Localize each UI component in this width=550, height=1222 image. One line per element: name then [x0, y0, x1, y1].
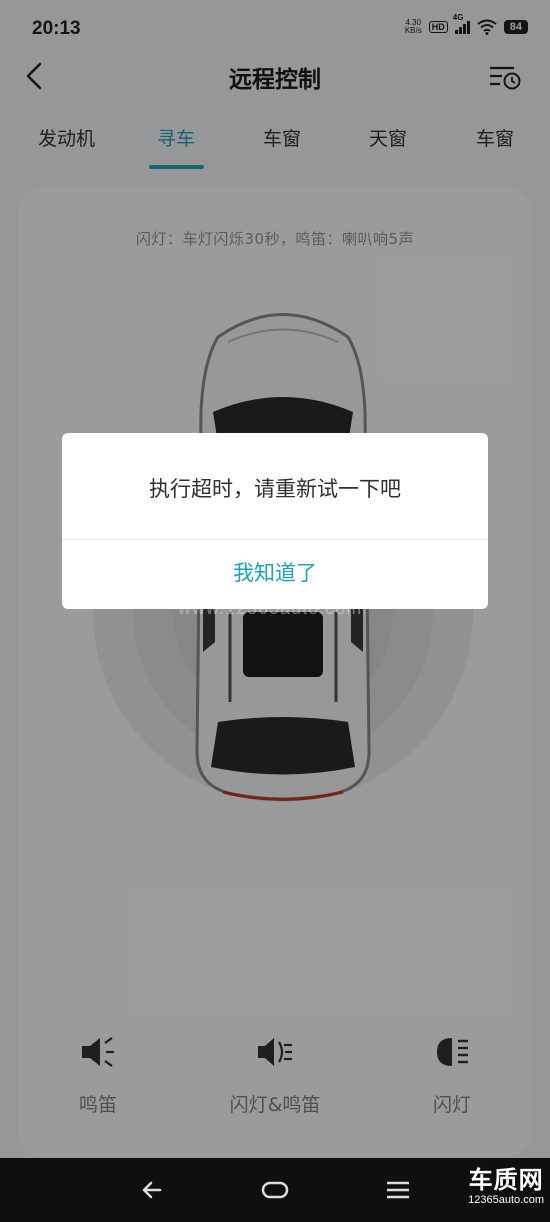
timeout-dialog: 执行超时，请重新试一下吧 我知道了 [62, 433, 488, 609]
system-home-icon[interactable] [258, 1176, 292, 1204]
dialog-confirm-button[interactable]: 我知道了 [62, 540, 488, 609]
system-back-icon[interactable] [136, 1176, 170, 1204]
dialog-message: 执行超时，请重新试一下吧 [149, 477, 401, 501]
watermark-logo-text: 车质网 [468, 1166, 544, 1194]
system-nav-bar: 车质网 12365auto.com [0, 1158, 550, 1222]
watermark-logo-url: 12365auto.com [468, 1194, 544, 1206]
system-menu-icon[interactable] [381, 1176, 415, 1204]
watermark-logo: 车质网 12365auto.com [468, 1166, 544, 1206]
